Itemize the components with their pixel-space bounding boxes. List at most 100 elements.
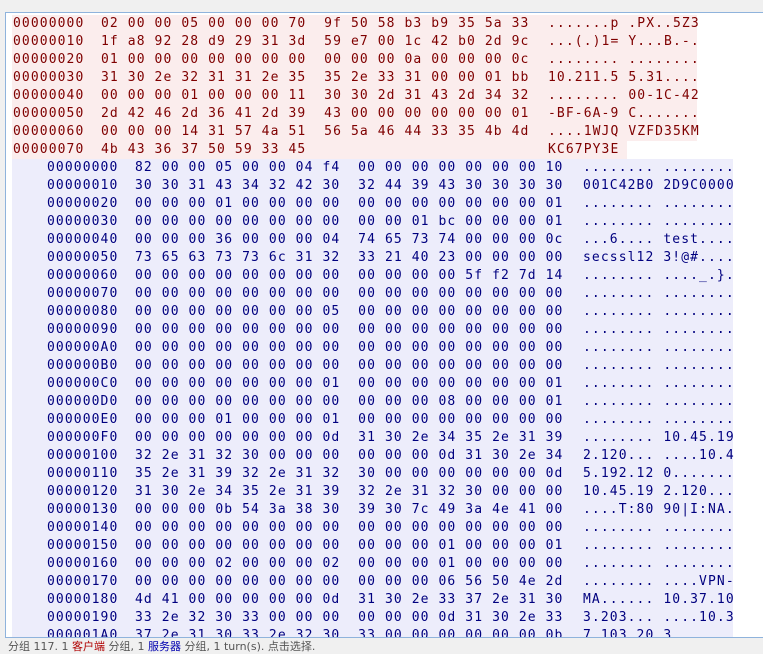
server-hex: 00 00 00 00 00 00 00 00 00 00 00 00 00 0… [135, 322, 564, 337]
stream-content-panel[interactable]: 00000000 02 00 00 05 00 00 00 70 9f 50 58… [5, 12, 763, 638]
server-hex: 35 2e 31 39 32 2e 31 32 30 00 00 00 00 0… [135, 466, 564, 481]
server-ascii: secssl12 3!@#.... [583, 250, 735, 265]
server-ascii: ........ ........ [583, 160, 735, 175]
client-ascii: ...(.)1= Y...B.-. [548, 34, 700, 49]
client-hex-row[interactable]: 00000040 00 00 00 01 00 00 00 11 30 30 2d… [12, 87, 700, 105]
server-hex-row[interactable]: 000000B0 00 00 00 00 00 00 00 00 00 00 00… [12, 357, 734, 375]
server-hex-row[interactable]: 00000050 73 65 63 73 73 6c 31 32 33 21 40… [12, 249, 735, 267]
client-hex: 31 30 2e 32 31 31 2e 35 35 2e 33 31 00 0… [101, 70, 530, 85]
server-hex-row[interactable]: 00000180 4d 41 00 00 00 00 00 0d 31 30 2e… [12, 591, 735, 609]
server-hex-row[interactable]: 000000A0 00 00 00 00 00 00 00 00 00 00 00… [12, 339, 735, 357]
server-hex-row[interactable]: 00000130 00 00 00 0b 54 3a 38 30 39 30 7c… [12, 501, 734, 519]
server-hex-row[interactable]: 00000080 00 00 00 00 00 00 00 05 00 00 00… [12, 303, 734, 321]
client-hex-row[interactable]: 00000070 4b 43 36 37 50 59 33 45 KC67PY3E [12, 141, 627, 159]
server-hex: 00 00 00 00 00 00 00 00 00 00 00 01 00 0… [135, 538, 564, 553]
client-hex-row[interactable]: 00000060 00 00 00 14 31 57 4a 51 56 5a 46… [12, 123, 700, 141]
server-hex: 00 00 00 00 00 00 00 00 00 00 00 00 00 0… [135, 358, 564, 373]
server-hex-row[interactable]: 00000100 32 2e 31 32 30 00 00 00 00 00 00… [12, 447, 734, 465]
server-offset: 00000030 [47, 214, 119, 229]
server-hex-row[interactable]: 00000150 00 00 00 00 00 00 00 00 00 00 00… [12, 537, 735, 555]
server-hex-row[interactable]: 00000140 00 00 00 00 00 00 00 00 00 00 00… [12, 519, 734, 537]
server-ascii: ........ ........ [583, 412, 735, 427]
client-hex: 1f a8 92 28 d9 29 31 3d 59 e7 00 1c 42 b… [101, 34, 530, 49]
server-hex-row[interactable]: 00000030 00 00 00 00 00 00 00 00 00 00 01… [12, 213, 735, 231]
server-hex-row[interactable]: 000000E0 00 00 00 01 00 00 00 01 00 00 00… [12, 411, 735, 429]
server-hex-row[interactable]: 00000160 00 00 00 02 00 00 00 02 00 00 00… [12, 555, 735, 573]
client-hex: 00 00 00 14 31 57 4a 51 56 5a 46 44 33 3… [101, 124, 530, 139]
status-prefix: 分组 117. 1 [8, 640, 72, 653]
client-hex-row[interactable]: 00000030 31 30 2e 32 31 31 2e 35 35 2e 33… [12, 69, 700, 87]
server-hex-row[interactable]: 00000070 00 00 00 00 00 00 00 00 00 00 00… [12, 285, 734, 303]
client-offset: 00000070 [13, 142, 85, 157]
server-hex-row[interactable]: 00000040 00 00 00 36 00 00 00 04 74 65 73… [12, 231, 735, 249]
client-hex-row[interactable]: 00000010 1f a8 92 28 d9 29 31 3d 59 e7 00… [12, 33, 700, 51]
client-offset: 00000060 [13, 124, 85, 139]
client-ascii: ....1WJQ VZFD35KM [548, 124, 700, 139]
server-offset: 00000080 [47, 304, 119, 319]
server-offset: 00000000 [47, 160, 119, 175]
server-hex-row[interactable]: 00000120 31 30 2e 34 35 2e 31 39 32 2e 31… [12, 483, 734, 501]
server-offset: 00000100 [47, 448, 119, 463]
server-hex-row[interactable]: 000000F0 00 00 00 00 00 00 00 0d 31 30 2e… [12, 429, 735, 447]
server-offset: 00000010 [47, 178, 119, 193]
server-offset: 00000060 [47, 268, 119, 283]
server-ascii: 001C42B0 2D9C0000 [583, 178, 735, 193]
server-hex: 37 2e 31 30 33 2e 32 30 33 00 00 00 00 0… [135, 628, 564, 638]
server-hex-row[interactable]: 000001A0 37 2e 31 30 33 2e 32 30 33 00 00… [12, 627, 735, 638]
server-ascii: ........ ........ [583, 556, 735, 571]
status-mid: 分组, 1 [104, 640, 148, 653]
server-hex: 00 00 00 00 00 00 00 05 00 00 00 00 00 0… [135, 304, 564, 319]
server-hex-row[interactable]: 00000090 00 00 00 00 00 00 00 00 00 00 00… [12, 321, 735, 339]
server-ascii: 3.203... ....10.3 [583, 610, 735, 625]
server-ascii: ...6.... test.... [583, 232, 735, 247]
server-hex-row[interactable]: 000000D0 00 00 00 00 00 00 00 00 00 00 00… [12, 393, 734, 411]
client-hex: 2d 42 46 2d 36 41 2d 39 43 00 00 00 00 0… [101, 106, 530, 121]
client-hex: 01 00 00 00 00 00 00 00 00 00 00 0a 00 0… [101, 52, 530, 67]
server-hex: 00 00 00 02 00 00 00 02 00 00 00 01 00 0… [135, 556, 564, 571]
server-hex-row[interactable]: 000000C0 00 00 00 00 00 00 00 01 00 00 00… [12, 375, 734, 393]
server-ascii: MA...... 10.37.10 [583, 592, 735, 607]
server-hex-row[interactable]: 00000170 00 00 00 00 00 00 00 00 00 00 00… [12, 573, 735, 591]
server-hex-row[interactable]: 00000010 30 30 31 43 34 32 42 30 32 44 39… [12, 177, 735, 195]
server-hex-row[interactable]: 00000190 33 2e 32 30 33 00 00 00 00 00 00… [12, 609, 735, 627]
client-offset: 00000020 [13, 52, 85, 67]
status-suffix: 分组, 1 turn(s). 点击选择. [180, 640, 316, 653]
server-offset: 000000E0 [47, 412, 119, 427]
server-offset: 00000020 [47, 196, 119, 211]
client-offset: 00000010 [13, 34, 85, 49]
server-hex: 00 00 00 00 00 00 00 0d 31 30 2e 34 35 2… [135, 430, 564, 445]
server-ascii: 7.103.20 3....... [583, 628, 735, 638]
server-ascii: ........ ....VPN- [583, 574, 735, 589]
status-server: 服务器 [147, 640, 181, 653]
server-ascii: ........ ........ [583, 322, 735, 337]
client-ascii: 10.211.5 5.31.... [548, 70, 700, 85]
client-hex: 00 00 00 01 00 00 00 11 30 30 2d 31 43 2… [101, 88, 530, 103]
client-ascii: KC67PY3E [548, 142, 620, 157]
server-ascii: ........ ........ [583, 340, 735, 355]
server-offset: 000000B0 [47, 358, 119, 373]
server-offset: 00000120 [47, 484, 119, 499]
server-hex: 00 00 00 00 00 00 00 01 00 00 00 00 00 0… [135, 376, 564, 391]
client-hex: 4b 43 36 37 50 59 33 45 [101, 142, 307, 157]
server-hex-row[interactable]: 00000060 00 00 00 00 00 00 00 00 00 00 00… [12, 267, 735, 285]
server-ascii: ........ 10.45.19 [583, 430, 735, 445]
server-ascii: ........ ...._.}. [583, 268, 735, 283]
server-hex-row[interactable]: 00000110 35 2e 31 39 32 2e 31 32 30 00 00… [12, 465, 734, 483]
server-offset: 00000140 [47, 520, 119, 535]
client-hex-row[interactable]: 00000020 01 00 00 00 00 00 00 00 00 00 00… [12, 51, 699, 69]
server-offset: 00000170 [47, 574, 119, 589]
server-hex: 30 30 31 43 34 32 42 30 32 44 39 43 30 3… [135, 178, 564, 193]
server-hex-row[interactable]: 00000000 82 00 00 05 00 00 04 f4 00 00 00… [12, 159, 735, 177]
client-offset: 00000050 [13, 106, 85, 121]
server-offset: 000000A0 [47, 340, 119, 355]
server-ascii: ........ ........ [583, 214, 735, 229]
server-offset: 00000050 [47, 250, 119, 265]
server-hex: 33 2e 32 30 33 00 00 00 00 00 00 0d 31 3… [135, 610, 564, 625]
client-hex-row[interactable]: 00000050 2d 42 46 2d 36 41 2d 39 43 00 00… [12, 105, 700, 123]
client-ascii: ........ 00-1C-42 [548, 88, 700, 103]
server-ascii: ........ ........ [583, 538, 735, 553]
client-offset: 00000000 [13, 16, 85, 31]
client-hex-row[interactable]: 00000000 02 00 00 05 00 00 00 70 9f 50 58… [12, 15, 699, 33]
client-ascii: -BF-6A-9 C....... [548, 106, 700, 121]
server-hex-row[interactable]: 00000020 00 00 00 01 00 00 00 00 00 00 00… [12, 195, 734, 213]
